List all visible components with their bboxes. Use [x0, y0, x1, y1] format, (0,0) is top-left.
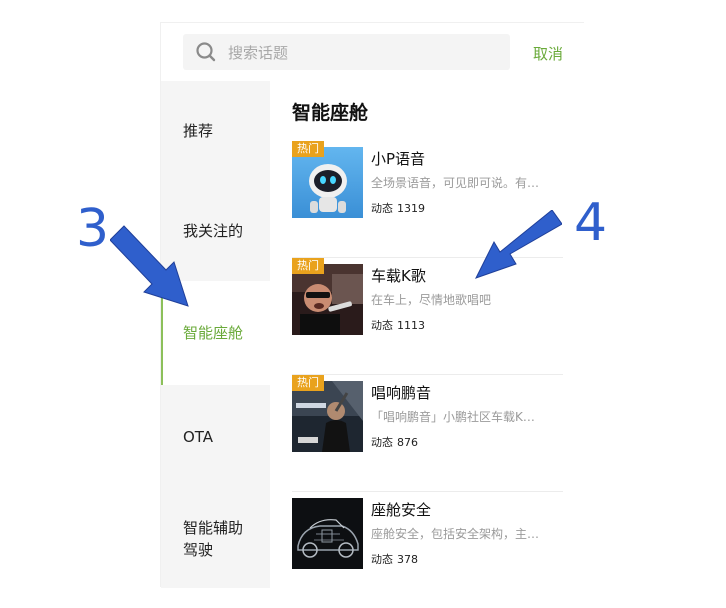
cancel-button[interactable]: 取消	[533, 43, 563, 64]
topic-description: 「唱响鹏音」小鹏社区车载K…	[371, 410, 535, 424]
stat-label: 动态	[371, 202, 393, 215]
car-xray-image	[292, 498, 363, 569]
topic-item[interactable]: 热门 唱响鹏音 「唱响鹏音」小鹏社区车载K… 动态 876	[292, 375, 563, 492]
topic-title: 座舱安全	[371, 501, 432, 519]
search-placeholder: 搜索话题	[228, 43, 289, 62]
singer-image	[292, 264, 363, 335]
stat-label: 动态	[371, 319, 393, 332]
sidebar-item-label: OTA	[183, 428, 214, 446]
topic-item[interactable]: 座舱安全 座舱安全，包括安全架构，主… 动态 378	[292, 492, 563, 608]
topic-stat: 动态 876	[371, 434, 418, 450]
concert-image	[292, 381, 363, 452]
hot-badge: 热门	[292, 141, 324, 157]
annotation-arrow-4	[475, 210, 562, 279]
search-input[interactable]: 搜索话题	[183, 34, 510, 70]
robot-image	[292, 147, 363, 218]
annotation-number-3: 3	[76, 199, 110, 259]
sidebar-item-label: 推荐	[183, 122, 214, 140]
annotation-number-4: 4	[574, 193, 608, 253]
topic-title: 车载K歌	[371, 267, 426, 285]
hot-badge: 热门	[292, 258, 324, 274]
search-icon	[195, 41, 217, 63]
topic-list-panel: 智能座舱 热门 小P语音 全场景语音，可见即可说。有… 动态 1319 热门 车…	[270, 81, 585, 588]
stat-label: 动态	[371, 436, 393, 449]
sidebar-item-assisted-driving[interactable]: 智能辅助驾驶	[161, 489, 270, 588]
search-bar: 搜索话题 取消	[161, 23, 585, 81]
sidebar-item-ota[interactable]: OTA	[161, 385, 270, 489]
stat-count: 378	[397, 553, 418, 566]
stat-label: 动态	[371, 553, 393, 566]
annotation-arrow-3	[110, 225, 189, 307]
topic-stat: 动态 378	[371, 551, 418, 567]
category-sidebar: 推荐 我关注的 智能座舱 OTA 智能辅助驾驶	[161, 81, 270, 588]
topic-title: 唱响鹏音	[371, 384, 432, 402]
stat-count: 1319	[397, 202, 425, 215]
hot-badge: 热门	[292, 375, 324, 391]
sidebar-item-label: 智能座舱	[183, 324, 244, 342]
stat-count: 1113	[397, 319, 425, 332]
topic-description: 全场景语音，可见即可说。有…	[371, 176, 540, 190]
section-title: 智能座舱	[292, 102, 369, 124]
topic-search-screen: 搜索话题 取消 推荐 我关注的 智能座舱 OTA 智能辅助驾驶 智能座舱 热门 …	[160, 22, 585, 588]
topic-stat: 动态 1319	[371, 200, 425, 216]
topic-title: 小P语音	[371, 150, 426, 168]
topic-description: 在车上，尽情地歌唱吧	[371, 293, 492, 307]
stat-count: 876	[397, 436, 418, 449]
topic-stat: 动态 1113	[371, 317, 425, 333]
sidebar-item-recommend[interactable]: 推荐	[161, 81, 270, 181]
sidebar-item-label: 智能辅助驾驶	[183, 518, 244, 559]
topic-description: 座舱安全，包括安全架构，主…	[371, 527, 540, 541]
